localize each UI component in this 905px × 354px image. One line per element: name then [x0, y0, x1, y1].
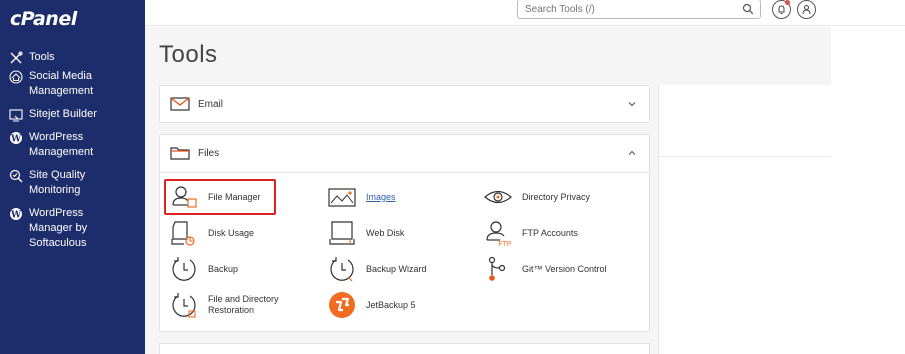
sidebar: cPanel Tools Social Media Management Sit… — [0, 0, 145, 354]
git-icon — [484, 255, 512, 283]
email-icon — [170, 97, 190, 111]
tool-label: Backup Wizard — [366, 263, 427, 274]
next-section-panel — [159, 343, 650, 354]
backup-icon — [170, 255, 198, 283]
sidebar-item-label: Social Media Management — [29, 70, 94, 97]
main-content: Tools Email Files File Manager Images Di… — [145, 27, 832, 354]
tool-file-directory-restoration[interactable]: File and Directory Restoration — [170, 288, 279, 322]
svg-text:W: W — [10, 210, 22, 220]
files-tools-grid: File Manager Images Directory Privacy Di… — [160, 172, 649, 318]
sidebar-nav: Tools Social Media Management Sitejet Bu… — [0, 48, 145, 253]
tool-web-disk[interactable]: Web Disk — [328, 216, 404, 250]
top-bar — [145, 0, 905, 26]
chevron-up-icon[interactable] — [627, 148, 637, 158]
search-input[interactable] — [518, 3, 728, 15]
images-icon — [328, 183, 356, 211]
tool-label: FTP Accounts — [522, 227, 578, 238]
user-menu-button[interactable] — [797, 0, 816, 19]
chevron-down-icon[interactable] — [627, 99, 637, 109]
sidebar-item-social-media[interactable]: Social Media Management — [0, 67, 145, 101]
sitejet-icon — [8, 107, 24, 122]
files-section-header[interactable]: Files — [160, 135, 649, 171]
wordpress-icon: W — [8, 130, 24, 145]
files-section-title: Files — [198, 147, 220, 159]
divider — [659, 156, 832, 157]
tool-backup[interactable]: Backup — [170, 252, 238, 286]
eye-icon — [484, 183, 512, 211]
svg-text:W: W — [10, 134, 22, 144]
site-quality-icon — [8, 168, 24, 183]
tool-git-version-control[interactable]: Git™ Version Control — [484, 252, 607, 286]
email-section: Email — [159, 85, 650, 123]
tool-jetbackup[interactable]: JetBackup 5 — [328, 288, 416, 322]
tool-label: Disk Usage — [208, 227, 255, 238]
files-section: Files File Manager Images Directory Priv… — [159, 134, 650, 332]
web-disk-icon — [328, 219, 356, 247]
jetbackup-icon — [328, 291, 356, 319]
tool-disk-usage[interactable]: Disk Usage — [170, 216, 254, 250]
tools-icon — [8, 50, 24, 65]
sidebar-item-label: Site Quality Monitoring — [29, 169, 86, 196]
ftp-icon: FTP — [484, 219, 512, 248]
sidebar-item-label: Tools — [29, 51, 55, 63]
sidebar-item-label: WordPress Manager by Softaculous — [29, 207, 88, 249]
tool-label: Git™ Version Control — [522, 263, 607, 274]
notifications-button[interactable] — [772, 0, 791, 19]
notification-dot — [785, 0, 790, 5]
sidebar-item-label: WordPress Management — [29, 131, 94, 158]
restore-icon — [170, 291, 198, 319]
sidebar-item-wordpress-management[interactable]: W WordPress Management — [0, 128, 145, 162]
page-title: Tools — [159, 41, 218, 68]
sidebar-item-tools[interactable]: Tools — [0, 48, 145, 67]
disk-usage-icon — [170, 219, 198, 247]
search-box[interactable] — [517, 0, 761, 19]
file-manager-icon — [170, 183, 198, 211]
svg-text:FTP: FTP — [498, 241, 512, 247]
email-section-header[interactable]: Email — [160, 86, 649, 122]
sidebar-item-wordpress-manager[interactable]: W WordPress Manager by Softaculous — [0, 204, 145, 253]
tool-directory-privacy[interactable]: Directory Privacy — [484, 180, 590, 214]
tool-backup-wizard[interactable]: Backup Wizard — [328, 252, 427, 286]
tool-file-manager[interactable]: File Manager — [170, 180, 261, 214]
tool-label: File Manager — [208, 191, 261, 202]
tool-ftp-accounts[interactable]: FTP FTP Accounts — [484, 216, 578, 250]
folder-icon — [170, 147, 190, 160]
bell-icon — [778, 5, 785, 14]
wordpress-icon: W — [8, 206, 24, 221]
right-side-panel — [658, 85, 832, 354]
tool-label: Directory Privacy — [522, 191, 591, 202]
sidebar-item-site-quality[interactable]: Site Quality Monitoring — [0, 166, 145, 200]
email-section-title: Email — [198, 98, 224, 110]
social-media-icon — [8, 69, 24, 84]
tool-label: Images — [366, 191, 396, 202]
tool-label: JetBackup 5 — [366, 299, 416, 310]
sidebar-item-sitejet[interactable]: Sitejet Builder — [0, 105, 145, 124]
tool-label: File and Directory Restoration — [208, 294, 279, 315]
sidebar-item-label: Sitejet Builder — [29, 108, 97, 120]
backup-wizard-icon — [328, 255, 356, 283]
cpanel-logo[interactable]: cPanel — [10, 8, 77, 30]
tool-images[interactable]: Images — [328, 180, 396, 214]
tool-label: Backup — [208, 263, 239, 274]
right-gutter — [831, 27, 905, 354]
search-icon[interactable] — [742, 3, 754, 15]
user-icon — [802, 5, 811, 15]
tool-label: Web Disk — [366, 227, 405, 238]
